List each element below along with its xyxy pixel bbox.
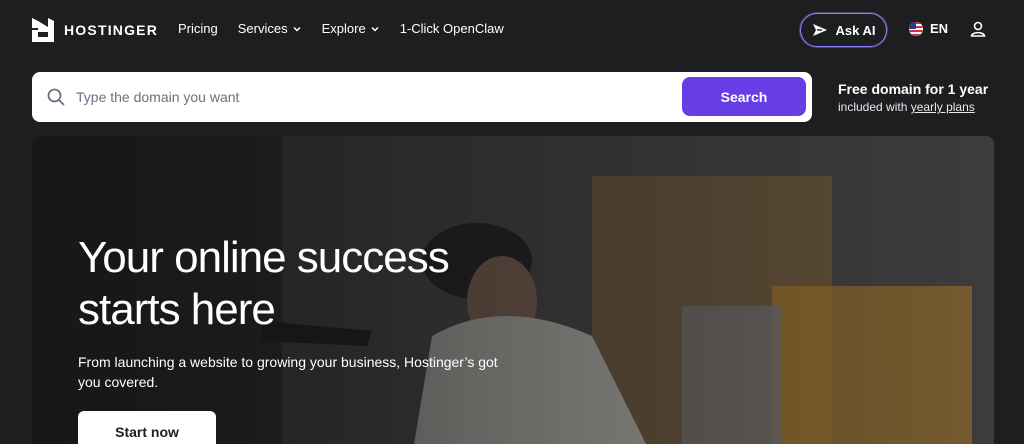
chevron-down-icon xyxy=(371,26,379,32)
nav-item-pricing[interactable]: Pricing xyxy=(178,21,218,36)
brand-name: HOSTINGER xyxy=(64,22,159,38)
us-flag-icon xyxy=(909,21,923,36)
promo-subtitle: included with yearly plans xyxy=(838,98,988,116)
nav-item-label: Services xyxy=(237,21,288,36)
search-button[interactable]: Search xyxy=(682,77,806,116)
chevron-down-icon xyxy=(293,26,301,32)
yearly-plans-link[interactable]: yearly plans xyxy=(911,100,975,114)
hero-subtitle: From launching a website to growing your… xyxy=(78,354,498,390)
nav-item-label: Explore xyxy=(321,21,366,36)
domain-search-bar: Search xyxy=(32,72,812,122)
ask-ai-label: Ask AI xyxy=(835,22,876,38)
start-now-button[interactable]: Start now xyxy=(78,411,216,444)
top-navigation: HOSTINGER Pricing Services Explore 1-Cli… xyxy=(0,0,1024,60)
language-label: EN xyxy=(930,21,949,36)
nav-item-openclaw[interactable]: 1-Click OpenClaw xyxy=(400,21,504,36)
promo-title: Free domain for 1 year xyxy=(838,81,989,97)
nav-item-label: 1-Click OpenClaw xyxy=(399,21,504,36)
free-domain-promo: Free domain for 1 year included with yea… xyxy=(838,80,988,116)
sparkle-arrow-icon xyxy=(812,24,827,36)
hero-title: Your online success starts here xyxy=(78,233,450,334)
nav-item-services[interactable]: Services xyxy=(238,21,302,36)
promo-sub-prefix: included with xyxy=(838,100,911,114)
hostinger-logo[interactable]: HOSTINGER xyxy=(32,18,158,42)
language-selector[interactable]: EN xyxy=(909,21,948,36)
nav-links: Pricing Services Explore 1-Click OpenCla… xyxy=(178,21,504,36)
ask-ai-button[interactable]: Ask AI xyxy=(800,13,887,47)
hostinger-logo-icon xyxy=(32,18,54,42)
user-account-icon[interactable] xyxy=(968,19,988,39)
search-icon xyxy=(47,88,65,106)
nav-item-explore[interactable]: Explore xyxy=(322,21,380,36)
nav-item-label: Pricing xyxy=(178,21,218,36)
domain-search-input[interactable] xyxy=(76,84,696,110)
hero-banner: Your online success starts here From lau… xyxy=(32,136,994,444)
